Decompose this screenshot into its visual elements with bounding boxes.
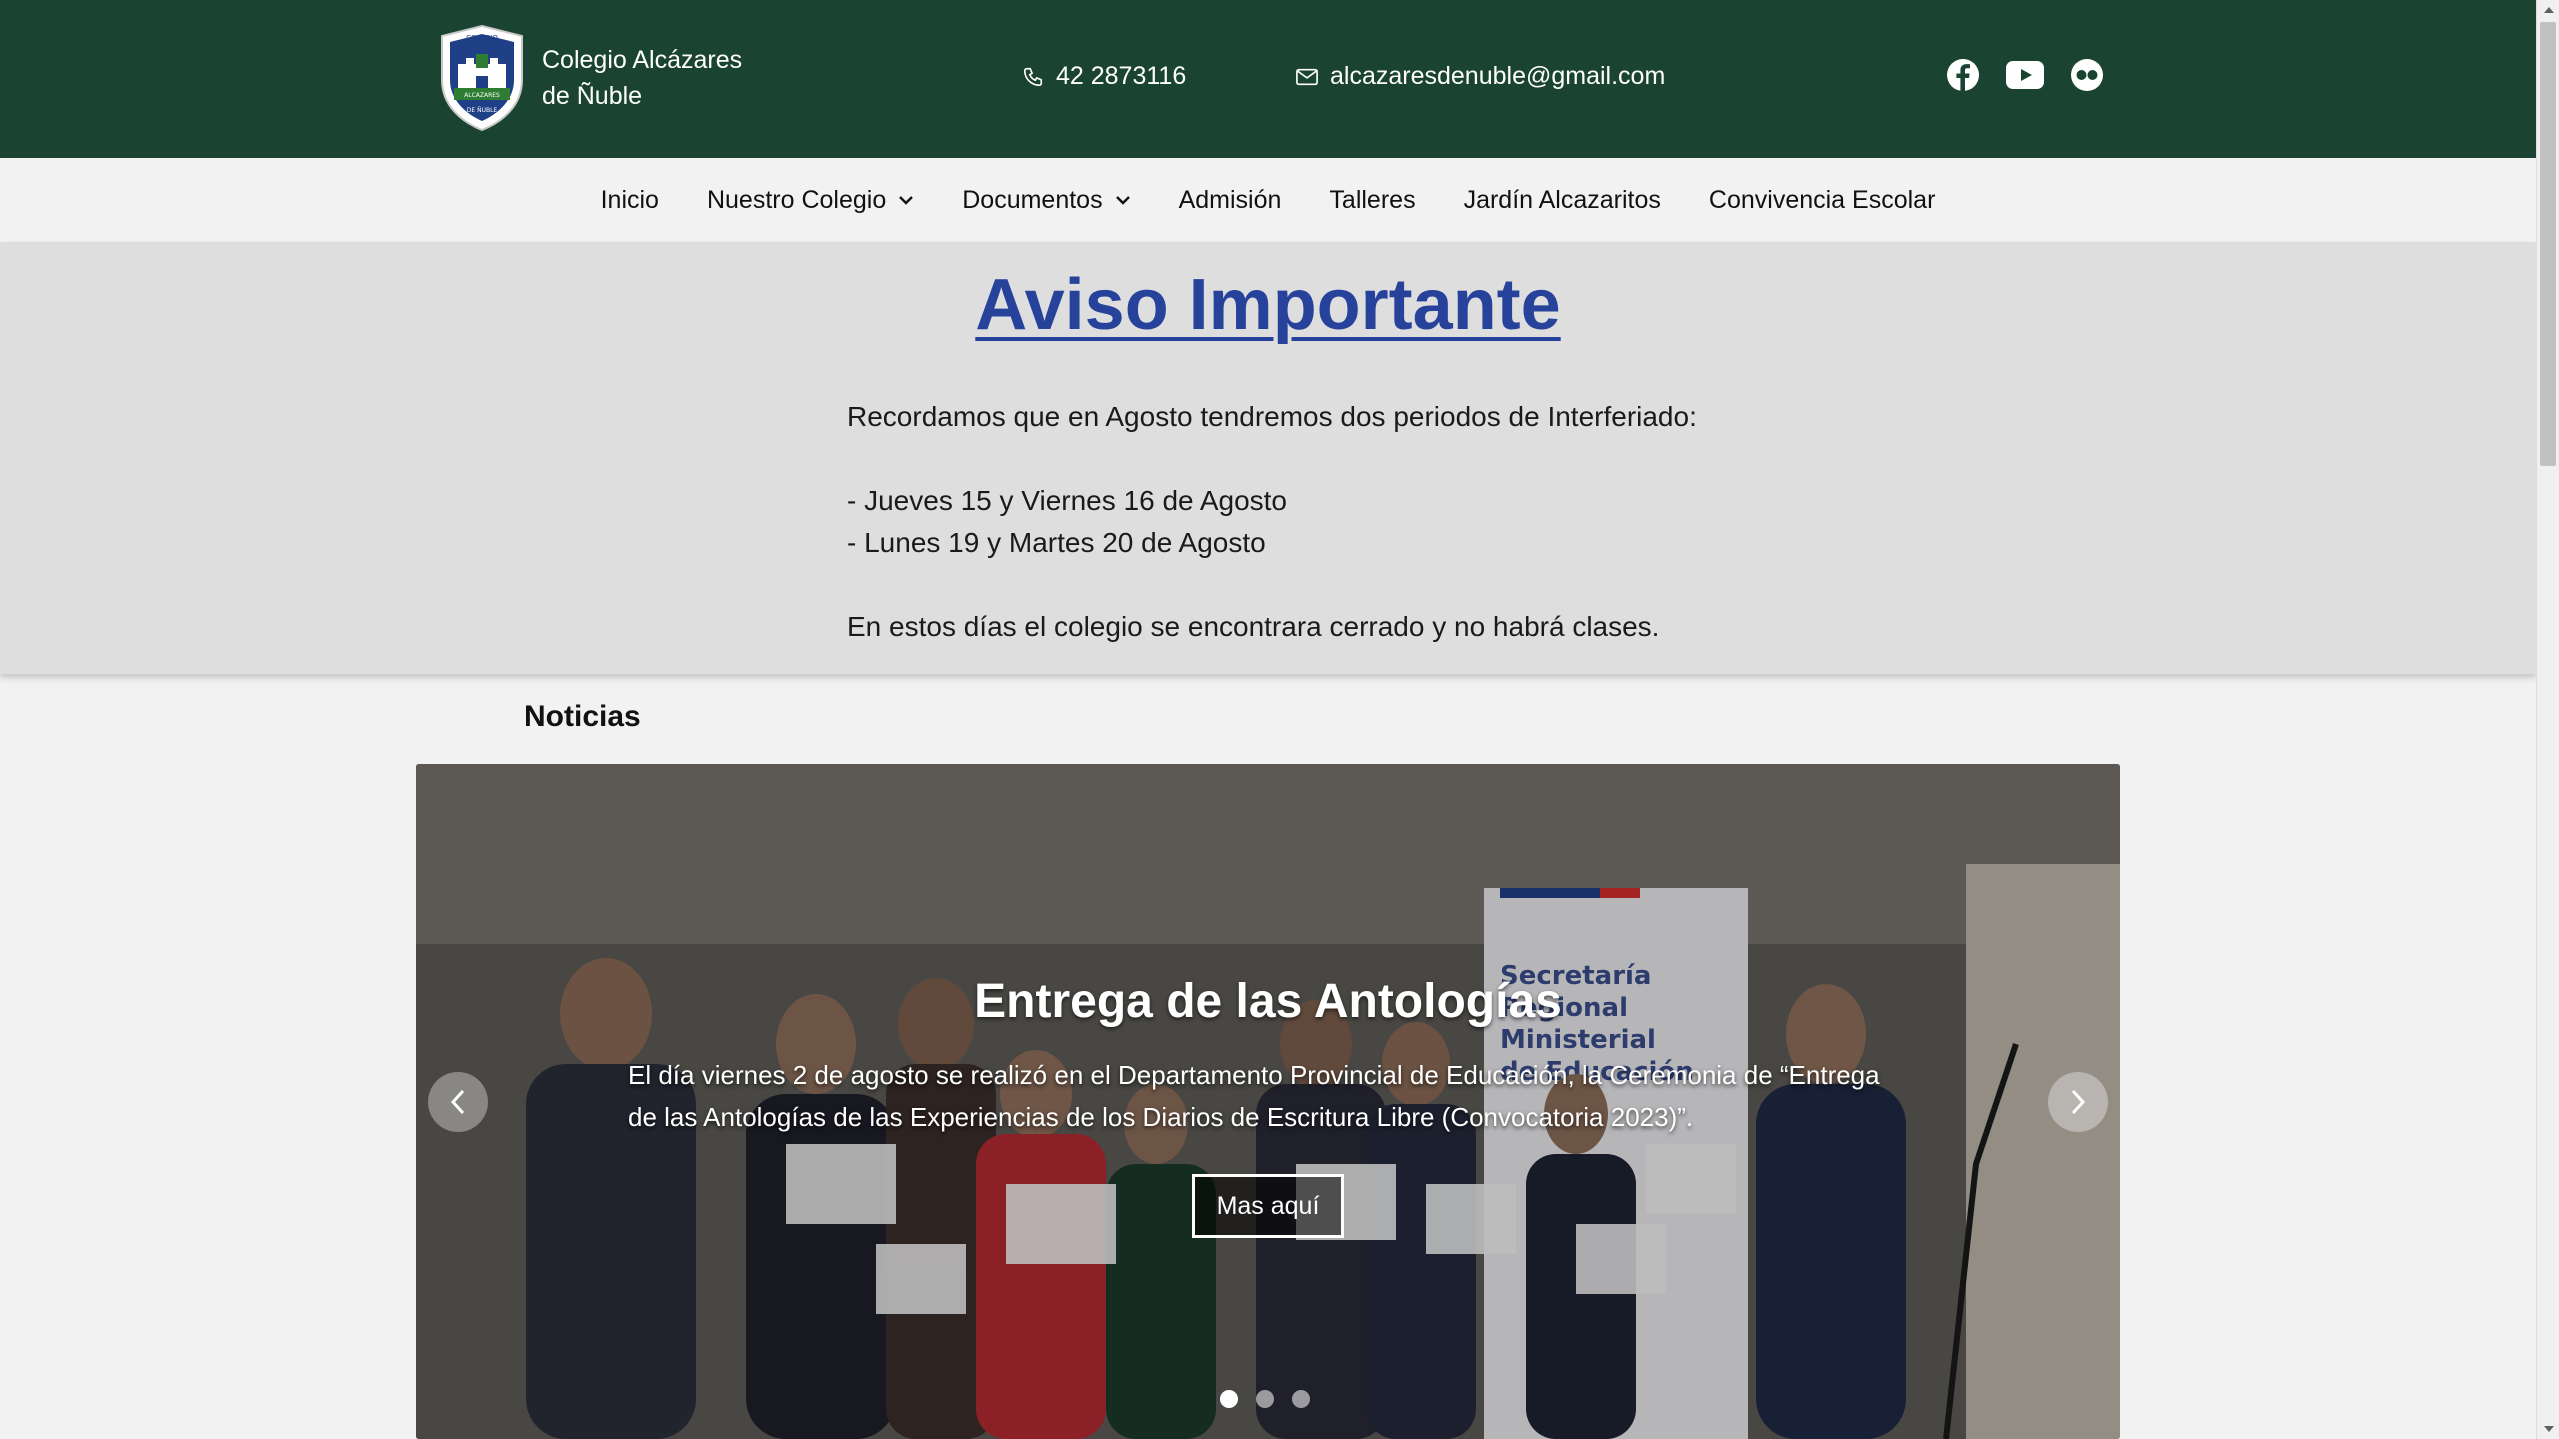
chevron-down-icon bbox=[1115, 196, 1130, 205]
read-more-button[interactable]: Mas aquí bbox=[1192, 1174, 1344, 1238]
nav-label: Admisión bbox=[1178, 185, 1282, 214]
carousel-dot-3[interactable] bbox=[1292, 1390, 1310, 1408]
scroll-down-arrow[interactable] bbox=[2537, 1419, 2559, 1439]
email-address: alcazaresdenuble@gmail.com bbox=[1330, 62, 1666, 90]
scroll-up-arrow[interactable] bbox=[2537, 0, 2559, 20]
chevron-right-icon bbox=[2071, 1089, 2086, 1115]
slide-description: El día viernes 2 de agosto se realizó en… bbox=[628, 1060, 1880, 1132]
nav-item-inicio[interactable]: Inicio bbox=[577, 186, 683, 215]
news-section-title: Noticias bbox=[524, 700, 641, 733]
flickr-icon[interactable] bbox=[2068, 56, 2106, 94]
school-name-line2: de Ñuble bbox=[542, 82, 643, 110]
nav-label: Inicio bbox=[600, 185, 659, 214]
news-carousel[interactable]: Secretaría Regional Ministerial de Educa… bbox=[416, 764, 2120, 1439]
notice-line: - Jueves 15 y Viernes 16 de Agosto bbox=[847, 485, 1287, 516]
nav-label: Convivencia Escolar bbox=[1708, 185, 1936, 214]
svg-text:DE ÑUBLE: DE ÑUBLE bbox=[467, 107, 498, 114]
nav-label: Documentos bbox=[962, 185, 1103, 214]
facebook-icon[interactable] bbox=[1944, 56, 1982, 94]
carousel-dot-1[interactable] bbox=[1220, 1390, 1238, 1408]
nav-item-talleres[interactable]: Talleres bbox=[1305, 186, 1439, 215]
main-nav: Inicio Nuestro Colegio Documentos Admisi… bbox=[0, 158, 2536, 242]
email-contact[interactable]: alcazaresdenuble@gmail.com bbox=[1296, 62, 1665, 91]
nav-item-nuestro-colegio[interactable]: Nuestro Colegio bbox=[683, 186, 938, 215]
nav-item-admision[interactable]: Admisión bbox=[1155, 186, 1306, 215]
nav-item-jardin-alcazaritos[interactable]: Jardín Alcazaritos bbox=[1440, 186, 1685, 215]
phone-contact[interactable]: 42 2873116 bbox=[1022, 62, 1186, 91]
nav-item-convivencia-escolar[interactable]: Convivencia Escolar bbox=[1685, 186, 1960, 215]
nav-label: Nuestro Colegio bbox=[706, 185, 887, 214]
page-scrollbar[interactable] bbox=[2536, 0, 2559, 1439]
nav-label: Jardín Alcazaritos bbox=[1463, 185, 1661, 214]
school-name[interactable]: Colegio Alcázares de Ñuble bbox=[542, 42, 742, 114]
important-notice: Aviso Importante Recordamos que en Agost… bbox=[0, 242, 2536, 674]
notice-line: - Lunes 19 y Martes 20 de Agosto bbox=[847, 527, 1266, 558]
carousel-next-button[interactable] bbox=[2048, 1072, 2108, 1132]
svg-text:COLEGIO: COLEGIO bbox=[466, 34, 498, 42]
svg-text:ALCAZARES: ALCAZARES bbox=[464, 92, 500, 99]
notice-body: Recordamos que en Agosto tendremos dos p… bbox=[847, 396, 1697, 648]
notice-title[interactable]: Aviso Importante bbox=[0, 264, 2536, 346]
notice-line: En estos días el colegio se encontrara c… bbox=[847, 611, 1660, 642]
notice-line bbox=[847, 564, 1697, 606]
brand[interactable]: ALCAZARES COLEGIO DE ÑUBLE Colegio Alcáz… bbox=[436, 22, 742, 134]
mail-icon bbox=[1296, 68, 1318, 85]
scroll-thumb[interactable] bbox=[2540, 22, 2556, 466]
notice-line: Recordamos que en Agosto tendremos dos p… bbox=[847, 401, 1697, 432]
chevron-down-icon bbox=[899, 196, 914, 205]
slide-title: Entrega de las Antologías bbox=[974, 975, 1562, 1028]
phone-icon bbox=[1023, 67, 1043, 86]
social-links bbox=[1944, 56, 2106, 94]
youtube-icon[interactable] bbox=[2006, 56, 2044, 94]
nav-item-documentos[interactable]: Documentos bbox=[938, 186, 1154, 215]
carousel-prev-button[interactable] bbox=[428, 1072, 488, 1132]
school-name-line1: Colegio Alcázares bbox=[542, 46, 743, 74]
carousel-dot-2[interactable] bbox=[1256, 1390, 1274, 1408]
chevron-left-icon bbox=[450, 1089, 465, 1115]
school-crest-logo[interactable]: ALCAZARES COLEGIO DE ÑUBLE bbox=[436, 24, 528, 132]
nav-label: Talleres bbox=[1329, 185, 1416, 214]
phone-number: 42 2873116 bbox=[1056, 62, 1187, 90]
notice-line bbox=[847, 438, 1697, 480]
top-header: ALCAZARES COLEGIO DE ÑUBLE Colegio Alcáz… bbox=[0, 0, 2536, 158]
carousel-indicators bbox=[1220, 1390, 1310, 1408]
